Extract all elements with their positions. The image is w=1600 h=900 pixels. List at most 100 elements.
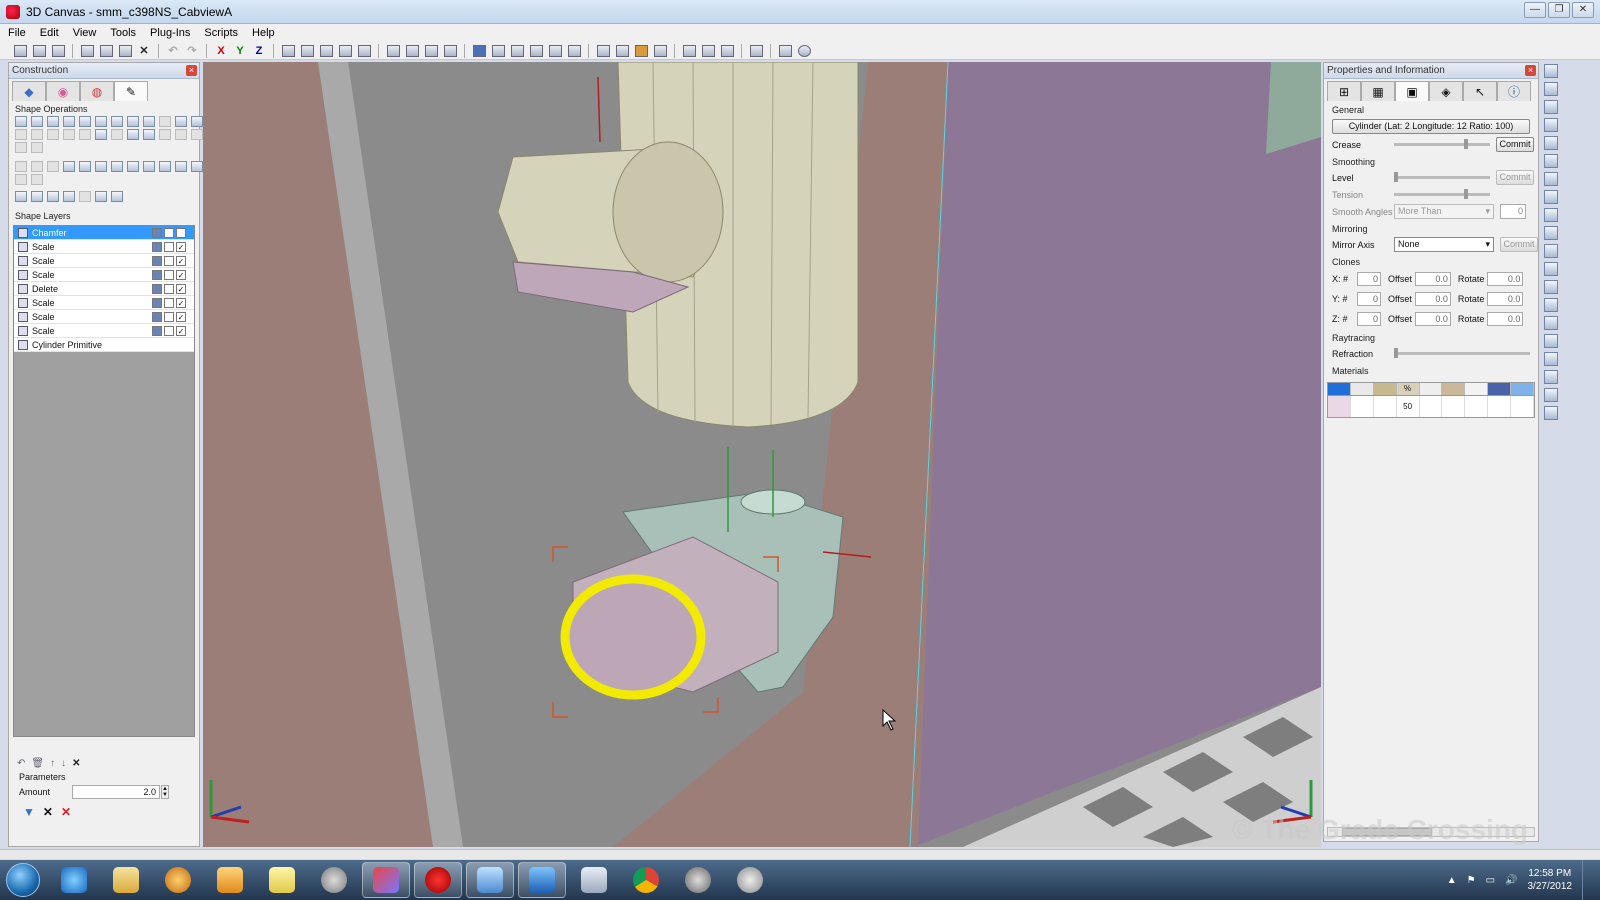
material-value[interactable] bbox=[1442, 396, 1466, 417]
clone-offset-input[interactable]: 0.0 bbox=[1414, 292, 1451, 306]
level-slider[interactable] bbox=[1394, 172, 1490, 182]
layer-trash-icon[interactable]: 🗑 bbox=[31, 758, 44, 769]
shape-op-icon[interactable] bbox=[63, 191, 75, 202]
lathe-tool-icon[interactable] bbox=[509, 43, 525, 58]
taskbar-app-7[interactable] bbox=[726, 862, 774, 898]
shape-op-icon[interactable] bbox=[127, 116, 139, 127]
material-value[interactable] bbox=[1465, 396, 1489, 417]
layer-delete-icon[interactable]: ✕ bbox=[72, 758, 80, 769]
menu-file[interactable]: File bbox=[8, 27, 26, 39]
texture-tool-icon[interactable] bbox=[595, 43, 611, 58]
axis-x-button[interactable]: X bbox=[213, 43, 229, 58]
link-icon[interactable] bbox=[1544, 352, 1558, 366]
clone-count-input[interactable]: 0 bbox=[1357, 292, 1381, 306]
shape-op-icon[interactable] bbox=[143, 129, 155, 140]
material-value[interactable] bbox=[1351, 396, 1374, 417]
layer-toggle-box[interactable] bbox=[164, 269, 174, 280]
shape-op-icon[interactable] bbox=[191, 116, 203, 127]
view-perspective-icon[interactable] bbox=[337, 43, 353, 58]
shape-op-icon[interactable] bbox=[79, 161, 91, 172]
clone-rotate-input[interactable]: 0.0 bbox=[1487, 272, 1524, 286]
mirror-axis-select[interactable]: None bbox=[1394, 237, 1494, 252]
tab-animation[interactable]: ◈ bbox=[1429, 81, 1463, 101]
shape-op-icon[interactable] bbox=[79, 129, 91, 140]
layer-toggle-box[interactable] bbox=[152, 297, 162, 308]
brush-icon[interactable] bbox=[1544, 154, 1558, 168]
shape-op-icon[interactable] bbox=[79, 191, 91, 202]
redo-icon[interactable]: ↷ bbox=[184, 43, 200, 58]
taskbar-internet-explorer[interactable] bbox=[50, 862, 98, 898]
shape-op-icon[interactable] bbox=[15, 174, 27, 185]
shape-op-icon[interactable] bbox=[31, 174, 43, 185]
show-desktop-button[interactable] bbox=[1582, 860, 1592, 900]
layer-toggle-box[interactable] bbox=[164, 283, 174, 294]
layer-visible-checkbox[interactable]: ✓ bbox=[176, 241, 186, 252]
fill-icon[interactable] bbox=[1544, 190, 1558, 204]
light-tool-icon[interactable] bbox=[547, 43, 563, 58]
shape-op-icon[interactable] bbox=[95, 129, 107, 140]
clock[interactable]: 12:58 PM 3/27/2012 bbox=[1528, 867, 1573, 893]
shape-op-icon[interactable] bbox=[127, 161, 139, 172]
pin-tool-icon[interactable] bbox=[652, 43, 668, 58]
shape-op-icon[interactable] bbox=[15, 129, 27, 140]
layer-down-icon[interactable]: ↓ bbox=[61, 758, 66, 769]
material-swatch[interactable] bbox=[1442, 383, 1466, 395]
taskbar-chrome[interactable] bbox=[622, 862, 670, 898]
view-front-icon[interactable] bbox=[280, 43, 296, 58]
material-swatch[interactable] bbox=[1465, 383, 1489, 395]
filter-icon[interactable]: ▼ bbox=[23, 805, 35, 819]
taskbar-app-6[interactable] bbox=[674, 862, 722, 898]
duplicate-icon[interactable] bbox=[1544, 406, 1558, 420]
shape-op-icon[interactable] bbox=[159, 161, 171, 172]
layer-up-icon[interactable]: ↑ bbox=[50, 758, 55, 769]
shape-op-icon[interactable] bbox=[47, 161, 59, 172]
shape-op-icon[interactable] bbox=[143, 161, 155, 172]
shape-op-icon[interactable] bbox=[47, 129, 59, 140]
layer-row[interactable]: Scale ✓ bbox=[14, 268, 194, 282]
refraction-knob[interactable] bbox=[1394, 348, 1398, 358]
shape-op-icon[interactable] bbox=[63, 129, 75, 140]
anchor-icon[interactable] bbox=[1544, 226, 1558, 240]
crop-icon[interactable] bbox=[1544, 244, 1558, 258]
shape-op-icon[interactable] bbox=[95, 191, 107, 202]
shape-op-icon[interactable] bbox=[47, 116, 59, 127]
group-icon[interactable] bbox=[1544, 370, 1558, 384]
taskbar-media-player[interactable] bbox=[206, 862, 254, 898]
tab-tools[interactable]: ✎ bbox=[114, 81, 148, 101]
view-side-icon[interactable] bbox=[299, 43, 315, 58]
layer-visible-checkbox[interactable]: ✓ bbox=[176, 297, 186, 308]
layer-visible-checkbox[interactable]: ✓ bbox=[176, 325, 186, 336]
camera-icon[interactable] bbox=[1544, 334, 1558, 348]
cube-primitive-icon[interactable] bbox=[471, 43, 487, 58]
shape-op-icon[interactable] bbox=[191, 129, 203, 140]
level-knob[interactable] bbox=[1394, 172, 1398, 182]
shape-op-icon[interactable] bbox=[31, 116, 43, 127]
shape-op-icon[interactable] bbox=[31, 191, 43, 202]
render-window-icon[interactable] bbox=[719, 43, 735, 58]
level-commit-button[interactable]: Commit bbox=[1496, 170, 1534, 185]
smooth-angles-input[interactable]: 0 bbox=[1500, 204, 1526, 219]
start-button[interactable] bbox=[6, 863, 40, 897]
layer-toggle-box[interactable] bbox=[152, 283, 162, 294]
extrude-tool-icon[interactable] bbox=[528, 43, 544, 58]
crease-commit-button[interactable]: Commit bbox=[1496, 137, 1534, 152]
shape-op-icon[interactable] bbox=[111, 129, 123, 140]
axis-z-button[interactable]: Z bbox=[251, 43, 267, 58]
layer-toggle-box[interactable] bbox=[152, 255, 162, 266]
smooth-angles-select[interactable]: More Than bbox=[1394, 204, 1494, 219]
select-region-icon[interactable] bbox=[423, 43, 439, 58]
taskbar-app-2[interactable] bbox=[310, 862, 358, 898]
line-tool-icon[interactable] bbox=[490, 43, 506, 58]
amount-input[interactable]: 2.0 bbox=[72, 785, 161, 799]
refraction-slider[interactable] bbox=[1394, 348, 1530, 358]
shape-op-icon[interactable] bbox=[159, 116, 171, 127]
delete-icon[interactable]: ✕ bbox=[136, 43, 152, 58]
material-swatch[interactable] bbox=[1511, 383, 1535, 395]
shape-op-icon[interactable] bbox=[143, 116, 155, 127]
path-tool-icon[interactable] bbox=[566, 43, 582, 58]
crease-slider[interactable] bbox=[1394, 139, 1490, 149]
new-file-icon[interactable] bbox=[12, 43, 28, 58]
clone-rotate-input[interactable]: 0.0 bbox=[1487, 292, 1524, 306]
shape-op-icon[interactable] bbox=[47, 191, 59, 202]
tab-info[interactable]: ⓘ bbox=[1497, 81, 1531, 101]
